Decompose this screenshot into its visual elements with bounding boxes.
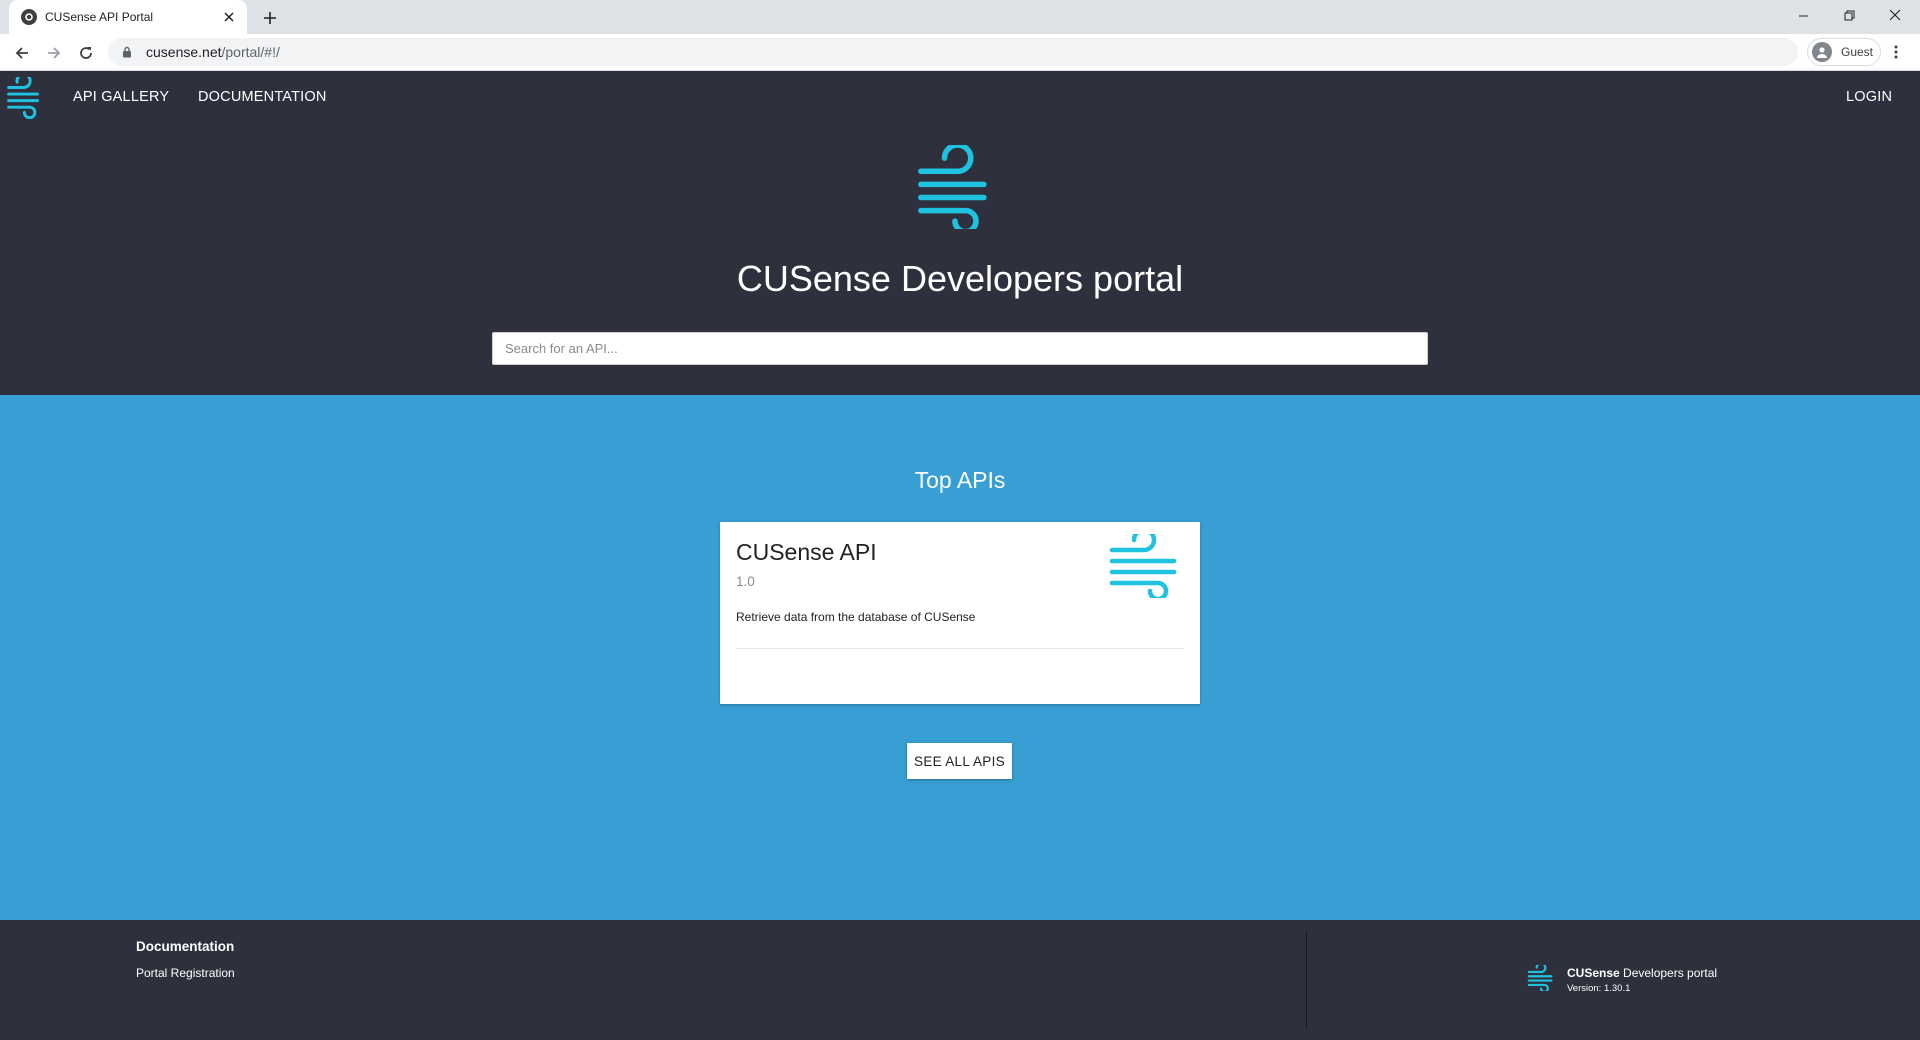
back-icon[interactable] bbox=[9, 40, 35, 66]
login-link[interactable]: LOGIN bbox=[1846, 89, 1892, 105]
new-tab-icon[interactable] bbox=[258, 6, 282, 30]
site-navbar: API GALLERY DOCUMENTATION LOGIN bbox=[0, 71, 1920, 125]
wind-logo-icon bbox=[1109, 534, 1177, 598]
profile-avatar-icon bbox=[1812, 42, 1832, 62]
top-apis-section: Top APIs CUSense API 1.0 Retrieve data f… bbox=[0, 395, 1920, 920]
footer-brand: CUSense Developers portal bbox=[1567, 966, 1717, 980]
address-bar[interactable]: cusense.net/portal/#!/ bbox=[108, 38, 1798, 66]
card-divider bbox=[736, 648, 1184, 649]
nav-api-gallery[interactable]: API GALLERY bbox=[73, 89, 169, 105]
page-title: CUSense Developers portal bbox=[736, 258, 1184, 299]
tab-close-icon[interactable] bbox=[221, 9, 237, 25]
api-search-input[interactable] bbox=[492, 332, 1428, 365]
url-host: cusense.net bbox=[146, 44, 222, 60]
profile-label: Guest bbox=[1841, 45, 1874, 59]
see-all-apis-button[interactable]: SEE ALL APIS bbox=[907, 743, 1012, 779]
api-card-description: Retrieve data from the database of CUSen… bbox=[736, 610, 976, 624]
footer-documentation-heading: Documentation bbox=[136, 939, 235, 954]
footer-divider bbox=[1306, 932, 1307, 1028]
lock-icon bbox=[120, 45, 134, 59]
nav-documentation[interactable]: DOCUMENTATION bbox=[198, 89, 327, 105]
hero-section: CUSense Developers portal bbox=[0, 125, 1920, 395]
close-window-icon[interactable] bbox=[1872, 0, 1918, 30]
reload-icon[interactable] bbox=[73, 40, 99, 66]
forward-icon[interactable] bbox=[41, 40, 67, 66]
browser-tabstrip: CUSense API Portal bbox=[0, 0, 1920, 34]
tab-favicon-icon bbox=[21, 9, 37, 25]
footer-brand-bold: CUSense bbox=[1567, 966, 1620, 980]
browser-toolbar: cusense.net/portal/#!/ Guest bbox=[0, 34, 1920, 71]
profile-button[interactable]: Guest bbox=[1807, 38, 1881, 66]
wind-logo-icon bbox=[1527, 965, 1553, 991]
top-apis-heading: Top APIs bbox=[914, 467, 1006, 493]
api-card-name[interactable]: CUSense API bbox=[736, 539, 877, 566]
footer-portal-registration-link[interactable]: Portal Registration bbox=[136, 966, 235, 980]
footer-brand-rest: Developers portal bbox=[1619, 966, 1718, 980]
url-path: /portal/#!/ bbox=[221, 44, 280, 60]
restore-icon[interactable] bbox=[1826, 0, 1872, 30]
wind-logo-icon[interactable] bbox=[6, 77, 48, 119]
wind-logo-icon bbox=[918, 145, 987, 229]
site-footer: Documentation Portal Registration CUSens… bbox=[0, 920, 1920, 1040]
minimize-icon[interactable] bbox=[1780, 0, 1826, 30]
api-card-version: 1.0 bbox=[736, 574, 755, 589]
tab-title: CUSense API Portal bbox=[45, 10, 154, 24]
browser-menu-icon[interactable] bbox=[1886, 42, 1906, 62]
api-card[interactable]: CUSense API 1.0 Retrieve data from the d… bbox=[720, 522, 1200, 704]
browser-tab[interactable]: CUSense API Portal bbox=[9, 0, 247, 34]
footer-version: Version: 1.30.1 bbox=[1567, 983, 1631, 994]
